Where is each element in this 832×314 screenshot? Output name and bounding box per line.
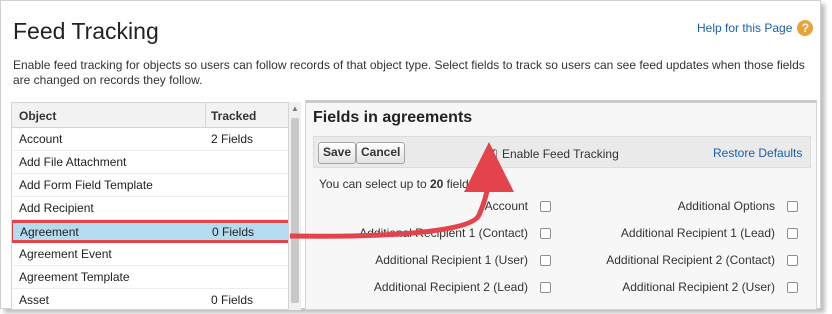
- object-row[interactable]: Agreement 0 Fields: [12, 220, 300, 243]
- save-button[interactable]: Save: [318, 142, 357, 164]
- field-row[interactable]: Additional Recipient 1 (User): [314, 253, 551, 267]
- fields-panel-title: Fields in agreements: [313, 109, 473, 126]
- object-row[interactable]: Agreement Event: [12, 243, 300, 266]
- object-tracked-count: 2 Fields: [211, 132, 254, 146]
- object-row[interactable]: Asset 0 Fields: [12, 289, 300, 309]
- object-name[interactable]: Agreement: [13, 225, 212, 239]
- scrollbar-thumb[interactable]: [291, 118, 299, 303]
- enable-feed-tracking-label[interactable]: Enable Feed Tracking: [502, 147, 619, 161]
- object-row[interactable]: Add File Attachment: [12, 151, 300, 174]
- field-row[interactable]: Account: [314, 199, 551, 213]
- field-limit-prefix: You can select up to: [319, 177, 430, 191]
- page-description: Enable feed tracking for objects so user…: [13, 58, 805, 87]
- object-row[interactable]: Add Form Field Template: [12, 174, 300, 197]
- field-label: Additional Recipient 1 (User): [375, 253, 528, 267]
- enable-feed-tracking[interactable]: Enable Feed Tracking: [486, 147, 619, 161]
- question-icon[interactable]: ?: [797, 20, 814, 36]
- help-link-label[interactable]: Help for this Page: [697, 21, 792, 35]
- field-row[interactable]: Additional Recipient 2 (Lead): [314, 280, 551, 294]
- object-name[interactable]: Agreement Template: [12, 270, 211, 284]
- field-label: Account: [484, 199, 528, 213]
- column-header-tracked[interactable]: Tracked: [206, 103, 256, 127]
- field-checkbox[interactable]: [540, 200, 551, 212]
- scroll-up-icon[interactable]: ▲: [289, 104, 301, 113]
- object-name[interactable]: Asset: [12, 293, 211, 307]
- fields-panel: Fields in agreements Save Cancel Enable …: [305, 100, 817, 310]
- column-header-object[interactable]: Object: [12, 103, 206, 127]
- field-checkbox[interactable]: [787, 227, 798, 239]
- field-label: Additional Recipient 1 (Contact): [359, 226, 528, 240]
- field-row[interactable]: Additional Options: [568, 199, 798, 213]
- field-label: Additional Recipient 2 (Lead): [373, 280, 528, 294]
- object-name[interactable]: Add File Attachment: [12, 155, 211, 169]
- field-label: Additional Recipient 2 (User): [622, 280, 775, 294]
- page-frame: Feed Tracking Help for this Page ? Enabl…: [0, 0, 821, 310]
- enable-feed-tracking-checkbox[interactable]: [486, 147, 497, 160]
- object-tracked-count: 0 Fields: [211, 293, 254, 307]
- field-label: Additional Options: [677, 199, 775, 213]
- field-label: Additional Recipient 1 (Lead): [620, 226, 775, 240]
- field-checkbox[interactable]: [540, 227, 551, 239]
- field-checkbox[interactable]: [787, 254, 798, 266]
- field-limit-suffix: fields.: [443, 177, 479, 191]
- field-row[interactable]: Additional Recipient 2 (User): [568, 280, 798, 294]
- field-limit-value: 20: [429, 177, 444, 191]
- object-name[interactable]: Add Form Field Template: [12, 178, 211, 192]
- object-name[interactable]: Account: [12, 132, 211, 146]
- object-list-scrollbar[interactable]: ▲: [288, 102, 301, 310]
- field-row[interactable]: Additional Recipient 2 (Contact): [568, 253, 798, 267]
- field-limit-text: You can select up to 20 fields.: [319, 177, 478, 191]
- field-checkbox[interactable]: [540, 281, 551, 293]
- cancel-button[interactable]: Cancel: [356, 142, 406, 164]
- fields-toolbar: Save Cancel Enable Feed Tracking Restore…: [313, 136, 811, 168]
- object-row[interactable]: Account 2 Fields: [12, 128, 300, 151]
- page-title: Feed Tracking: [13, 18, 159, 44]
- object-list-header: Object Tracked: [12, 103, 300, 128]
- field-label: Additional Recipient 2 (Contact): [606, 253, 775, 267]
- object-list: Object Tracked Account 2 Fields Add File A…: [11, 102, 301, 310]
- field-row[interactable]: Additional Recipient 1 (Contact): [314, 226, 551, 240]
- field-checkbox[interactable]: [540, 254, 551, 266]
- help-link[interactable]: Help for this Page ?: [697, 20, 814, 36]
- object-row[interactable]: Add Recipient: [12, 197, 300, 220]
- object-name[interactable]: Add Recipient: [12, 201, 211, 215]
- field-checkbox[interactable]: [787, 200, 798, 212]
- object-row[interactable]: Agreement Template: [12, 266, 300, 289]
- field-row[interactable]: Additional Recipient 1 (Lead): [568, 226, 798, 240]
- field-checkbox[interactable]: [787, 281, 798, 293]
- object-name[interactable]: Agreement Event: [12, 247, 211, 261]
- object-tracked-count: 0 Fields: [212, 224, 255, 239]
- restore-defaults-link[interactable]: Restore Defaults: [713, 146, 802, 160]
